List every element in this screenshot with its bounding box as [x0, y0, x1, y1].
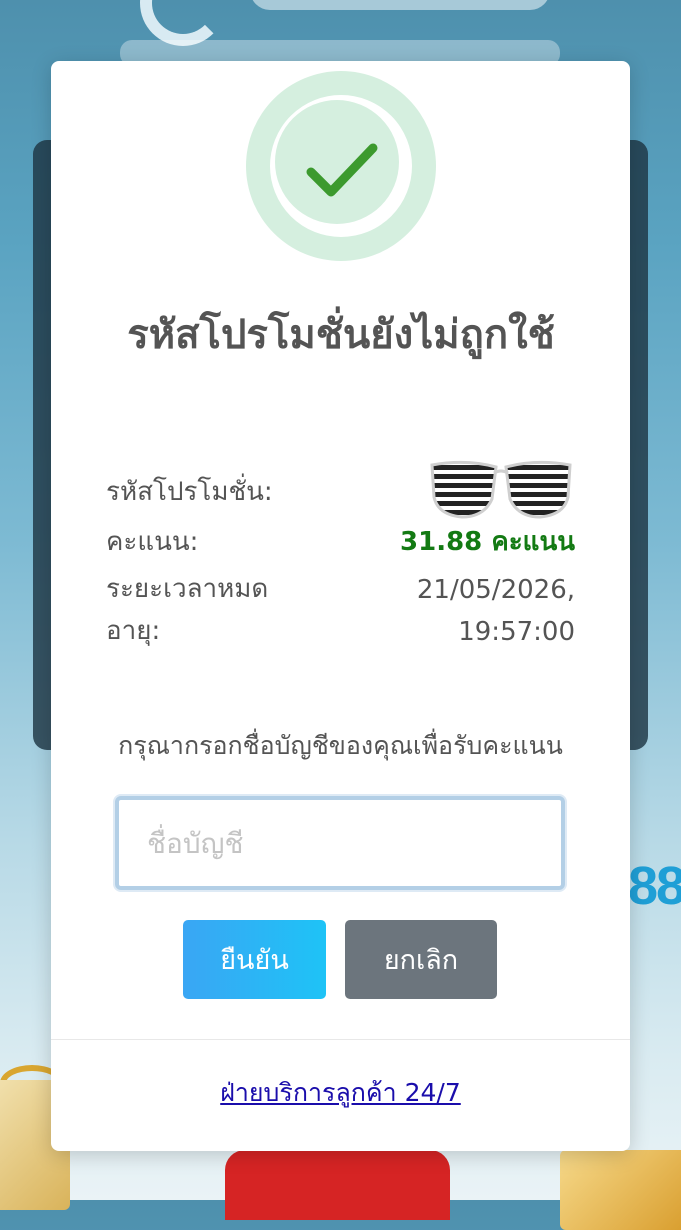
checkmark-icon	[306, 143, 378, 197]
expiry-time: 19:57:00	[458, 617, 575, 647]
background-logo	[140, 0, 560, 46]
striped-shutter-glasses-image	[430, 460, 572, 519]
customer-support-link[interactable]: ฝ่ายบริการลูกค้า 24/7	[51, 1073, 630, 1113]
points-value: 31.88 คะแนน	[400, 527, 575, 557]
promo-code-label: รหัสโปรโมชั่น:	[106, 477, 273, 507]
cancel-button[interactable]: ยกเลิก	[345, 920, 497, 999]
promo-code-dialog: รหัสโปรโมชั่นยังไม่ถูกใช้ รหัสโปรโมชั่น:	[51, 61, 630, 1151]
background-number-fragment: 88	[628, 856, 681, 916]
success-check-icon	[246, 71, 436, 261]
points-label: คะแนน:	[106, 527, 199, 557]
background-person-image	[225, 1150, 450, 1220]
gift-box-image-right	[560, 1150, 681, 1230]
account-name-input[interactable]	[115, 796, 565, 890]
confirm-button[interactable]: ยืนยัน	[183, 920, 326, 999]
footer-divider	[51, 1039, 630, 1040]
logo-wordmark	[250, 0, 550, 10]
dialog-title: รหัสโปรโมชั่นยังไม่ถูกใช้	[127, 312, 555, 358]
expiry-value: 21/05/2026, 19:57:00	[345, 569, 575, 653]
expiry-date: 21/05/2026,	[416, 575, 575, 605]
expiry-label: ระยะเวลาหมดอายุ:	[106, 574, 269, 646]
account-prompt: กรุณากรอกชื่อบัญชีของคุณเพื่อรับคะแนน	[118, 731, 563, 760]
